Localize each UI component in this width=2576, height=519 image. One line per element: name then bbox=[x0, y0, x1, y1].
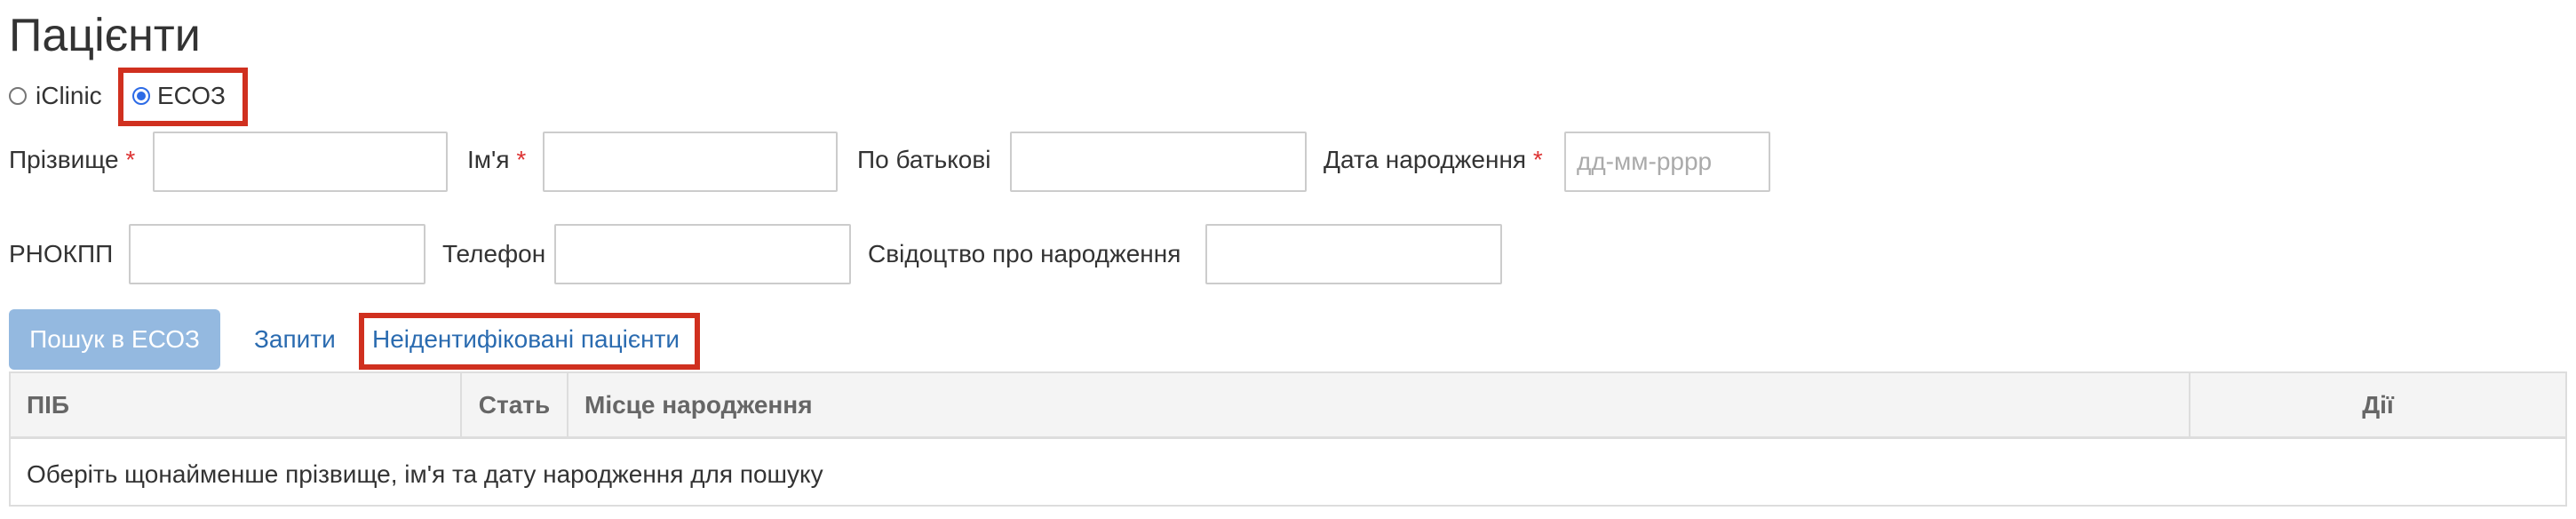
column-header-actions: Дії bbox=[2362, 391, 2394, 419]
phone-input[interactable] bbox=[554, 224, 851, 284]
required-mark: * bbox=[1532, 146, 1543, 173]
page-title: Пацієнти bbox=[9, 10, 201, 61]
birth-cert-label: Свідоцтво про народження bbox=[868, 240, 1181, 267]
patronymic-label: По батькові bbox=[857, 146, 991, 173]
last-name-label-text: Прізвище bbox=[9, 146, 119, 173]
table-header: ПІБ Стать Місце народження Дії bbox=[11, 373, 2565, 439]
patronymic-input[interactable] bbox=[1010, 132, 1307, 192]
table-empty-message: Оберіть щонайменше прізвище, ім'я та дат… bbox=[27, 460, 823, 488]
birth-date-placeholder: дд-мм-рррр bbox=[1577, 148, 1713, 175]
required-mark: * bbox=[125, 146, 136, 173]
unidentified-patients-link[interactable]: Неідентифіковані пацієнти bbox=[372, 325, 680, 354]
radio-esoz-label: ЕСОЗ bbox=[157, 82, 226, 109]
required-mark: * bbox=[516, 146, 527, 173]
search-esoz-button[interactable]: Пошук в ЕСОЗ bbox=[9, 309, 220, 370]
tax-id-input[interactable] bbox=[129, 224, 425, 284]
requests-link[interactable]: Запити bbox=[254, 325, 336, 354]
radio-esoz[interactable]: ЕСОЗ bbox=[132, 82, 226, 110]
radio-iclinic-label: iClinic bbox=[36, 82, 102, 109]
results-table: ПІБ Стать Місце народження Дії Оберіть щ… bbox=[9, 371, 2567, 507]
radio-iclinic-circle[interactable] bbox=[9, 87, 27, 105]
column-header-gender: Стать bbox=[462, 373, 568, 437]
phone-label: Телефон bbox=[442, 240, 546, 267]
last-name-input[interactable] bbox=[153, 132, 448, 192]
last-name-label: Прізвище * bbox=[9, 146, 135, 174]
radio-esoz-circle[interactable] bbox=[132, 87, 150, 105]
birth-date-label-text: Дата народження bbox=[1324, 146, 1527, 173]
birth-date-label: Дата народження * bbox=[1324, 146, 1543, 174]
tax-id-label: РНОКПП bbox=[9, 240, 114, 267]
radio-iclinic[interactable]: iClinic bbox=[9, 82, 102, 110]
first-name-label-text: Ім'я bbox=[467, 146, 510, 173]
column-header-birthplace: Місце народження bbox=[568, 373, 2190, 437]
first-name-label: Ім'я * bbox=[467, 146, 526, 174]
birth-cert-input[interactable] bbox=[1205, 224, 1502, 284]
birth-date-input[interactable]: дд-мм-рррр bbox=[1564, 132, 1770, 192]
column-header-name: ПІБ bbox=[11, 373, 462, 437]
first-name-input[interactable] bbox=[543, 132, 838, 192]
